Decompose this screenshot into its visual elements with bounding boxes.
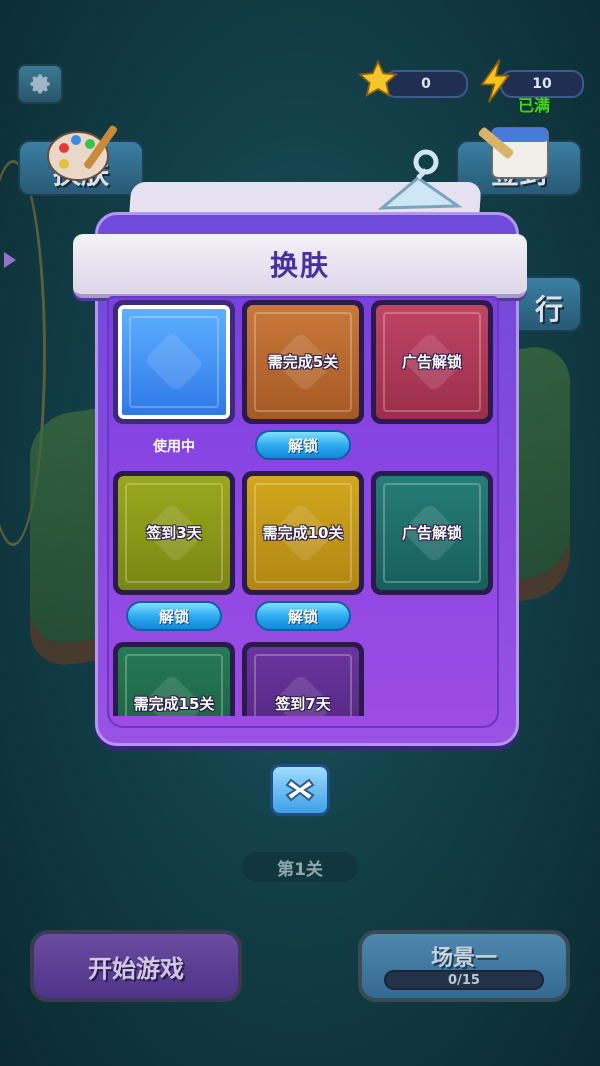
paper-clip-icon (377, 149, 463, 210)
rank-side-label: 行 (534, 293, 563, 326)
skin-card-1-face (118, 305, 230, 419)
skin-card-8-face: 签到7天 (247, 647, 359, 716)
side-panel-arrow-icon[interactable] (4, 252, 16, 268)
skin-card-2-label: 需完成5关 (267, 352, 339, 371)
skin-card-7-label: 需完成15关 (133, 694, 215, 713)
close-button[interactable] (270, 764, 330, 816)
skin-grid-panel[interactable]: 需完成5关 广告解锁 使用中 解锁 签到3天 需完成10关 广告解锁 解锁 解锁… (107, 296, 499, 728)
modal-title: 换肤 (269, 249, 330, 282)
skin-card-3-face: 广告解锁 (376, 305, 488, 419)
skin-card-5-unlock-button[interactable]: 解锁 (255, 601, 351, 631)
start-game-button[interactable]: 开始游戏 (30, 930, 242, 1002)
skin-grid[interactable]: 需完成5关 广告解锁 使用中 解锁 签到3天 需完成10关 广告解锁 解锁 解锁… (107, 296, 499, 716)
scene-progress-text: 0/15 (448, 972, 480, 988)
scene-select-button[interactable]: 场景一 0/15 (358, 930, 570, 1002)
skin-card-7[interactable]: 需完成15关 (113, 642, 235, 716)
skin-card-3-label: 广告解锁 (401, 352, 462, 371)
palette-icon (47, 125, 118, 181)
level-label: 第1关 (242, 852, 358, 882)
skin-card-7-face: 需完成15关 (118, 647, 230, 716)
skin-card-2-unlock-button[interactable]: 解锁 (255, 430, 351, 460)
skin-card-4-label: 签到3天 (146, 523, 202, 542)
close-icon (285, 778, 315, 802)
skin-card-6[interactable]: 广告解锁 (371, 471, 493, 595)
skin-card-4-face: 签到3天 (118, 476, 230, 590)
star-icon (357, 59, 399, 98)
skin-card-1[interactable] (113, 300, 235, 424)
skin-card-6-face: 广告解锁 (376, 476, 488, 590)
start-game-label: 开始游戏 (88, 954, 184, 983)
skin-card-5-face: 需完成10关 (247, 476, 359, 590)
scene-title: 场景一 (430, 946, 497, 971)
skin-card-8[interactable]: 签到7天 (242, 642, 364, 716)
lightning-icon (480, 59, 511, 103)
energy-full-label: 已满 (518, 96, 551, 115)
scene-progress-bar: 0/15 (384, 970, 544, 990)
modal-title-bar: 换肤 (73, 234, 527, 298)
skin-card-4[interactable]: 签到3天 (113, 471, 235, 595)
energy-count: 10 (532, 76, 552, 92)
calendar-icon (478, 127, 549, 179)
skin-card-6-label: 广告解锁 (401, 523, 462, 542)
skin-card-1-status: 使用中 (153, 439, 195, 455)
skin-card-3[interactable]: 广告解锁 (371, 300, 493, 424)
skin-card-2[interactable]: 需完成5关 (242, 300, 364, 424)
settings-button[interactable] (17, 64, 63, 104)
level-text: 第1关 (277, 859, 323, 880)
skin-card-5[interactable]: 需完成10关 (242, 471, 364, 595)
skin-card-5-label: 需完成10关 (262, 523, 344, 542)
star-count: 0 (421, 76, 431, 92)
skin-card-4-unlock-button[interactable]: 解锁 (126, 601, 222, 631)
skin-card-8-label: 签到7天 (275, 694, 331, 713)
gear-icon (30, 74, 50, 94)
skin-card-2-face: 需完成5关 (247, 305, 359, 419)
